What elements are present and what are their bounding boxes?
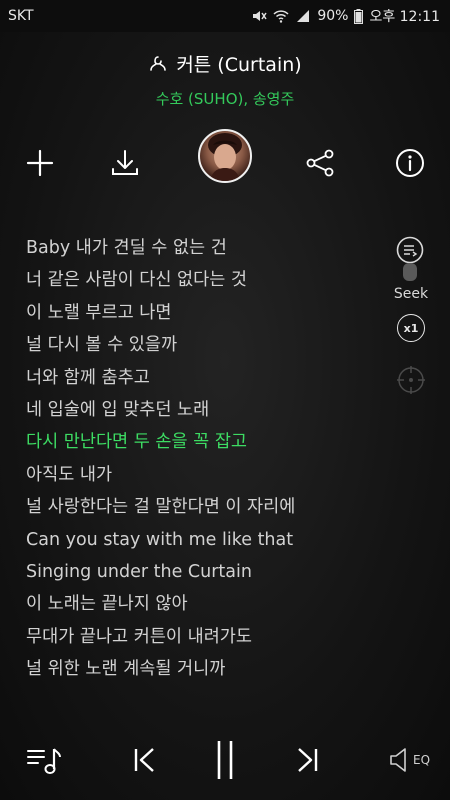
lyrics-list[interactable]: Baby 내가 견딜 수 없는 건너 같은 사람이 다신 없다는 것이 노랠 부… bbox=[26, 232, 386, 685]
lyric-line[interactable]: Baby 내가 견딜 수 없는 건 bbox=[26, 232, 386, 264]
artist-name[interactable]: 수호 (SUHO), 송영주 bbox=[0, 88, 450, 109]
pause-icon bbox=[217, 741, 233, 779]
lyric-line[interactable]: 너와 함께 춤추고 bbox=[26, 362, 386, 394]
download-icon bbox=[112, 150, 138, 175]
lyric-line[interactable]: Singing under the Curtain bbox=[26, 556, 386, 588]
next-button[interactable] bbox=[286, 730, 330, 790]
info-icon bbox=[396, 149, 424, 177]
lyric-line[interactable]: 네 입술에 입 맞추던 노래 bbox=[26, 394, 386, 426]
lyric-line[interactable]: 이 노래는 끝나지 않아 bbox=[26, 588, 386, 620]
eq-label: EQ bbox=[412, 753, 431, 767]
status-icons: 90% 오후 12:11 bbox=[251, 6, 440, 26]
seek-label: Seek bbox=[393, 286, 429, 302]
seek-toggle-icon[interactable] bbox=[390, 230, 434, 290]
next-icon bbox=[298, 748, 318, 772]
share-button[interactable] bbox=[298, 128, 342, 198]
lyric-line[interactable]: 널 위한 노랜 계속될 거니까 bbox=[26, 653, 386, 685]
music-note-icon bbox=[150, 55, 167, 71]
speed-label: x1 bbox=[403, 321, 419, 335]
lyric-line-active[interactable]: 다시 만난다면 두 손을 꼭 잡고 bbox=[26, 426, 386, 458]
lyric-line[interactable]: 이 노랠 부르고 나면 bbox=[26, 297, 386, 329]
add-button[interactable] bbox=[18, 128, 62, 198]
lyric-line[interactable]: 무대가 끝나고 커튼이 내려가도 bbox=[26, 621, 386, 653]
lyric-line[interactable]: 아직도 내가 bbox=[26, 459, 386, 491]
crosshair-icon[interactable] bbox=[395, 364, 427, 396]
share-icon bbox=[306, 149, 334, 177]
playlist-note-icon bbox=[27, 748, 61, 774]
song-title: 커튼 (Curtain) bbox=[176, 54, 302, 76]
carrier-label: SKT bbox=[8, 8, 34, 24]
speaker-icon bbox=[390, 748, 406, 772]
artist-avatar[interactable] bbox=[198, 129, 252, 183]
pause-button[interactable] bbox=[203, 730, 247, 790]
info-button[interactable] bbox=[388, 128, 432, 198]
battery-icon bbox=[354, 8, 364, 24]
lyric-line[interactable]: 널 다시 볼 수 있을까 bbox=[26, 329, 386, 361]
status-bar: SKT 90% 오후 12:11 bbox=[0, 0, 450, 32]
playlist-button[interactable] bbox=[20, 730, 68, 790]
previous-button[interactable] bbox=[122, 730, 166, 790]
song-title-row: 커튼 (Curtain) bbox=[0, 50, 450, 77]
lyric-line[interactable]: 널 사랑한다는 걸 말한다면 이 자리에 bbox=[26, 491, 386, 523]
artist-photo bbox=[208, 133, 242, 181]
eq-button[interactable]: EQ bbox=[384, 730, 434, 790]
lyric-line[interactable]: Can you stay with me like that bbox=[26, 524, 386, 556]
lyric-line[interactable]: 너 같은 사람이 다신 없다는 것 bbox=[26, 264, 386, 296]
download-button[interactable] bbox=[103, 128, 147, 198]
player-bar: EQ bbox=[0, 730, 450, 790]
clock: 오후 12:11 bbox=[369, 9, 440, 25]
battery-percent: 90% bbox=[317, 8, 349, 24]
mute-icon bbox=[253, 11, 267, 21]
speed-button[interactable]: x1 bbox=[397, 314, 425, 342]
signal-icon bbox=[297, 10, 310, 22]
plus-icon bbox=[26, 149, 54, 177]
wifi-icon bbox=[273, 10, 289, 23]
previous-icon bbox=[134, 748, 154, 772]
